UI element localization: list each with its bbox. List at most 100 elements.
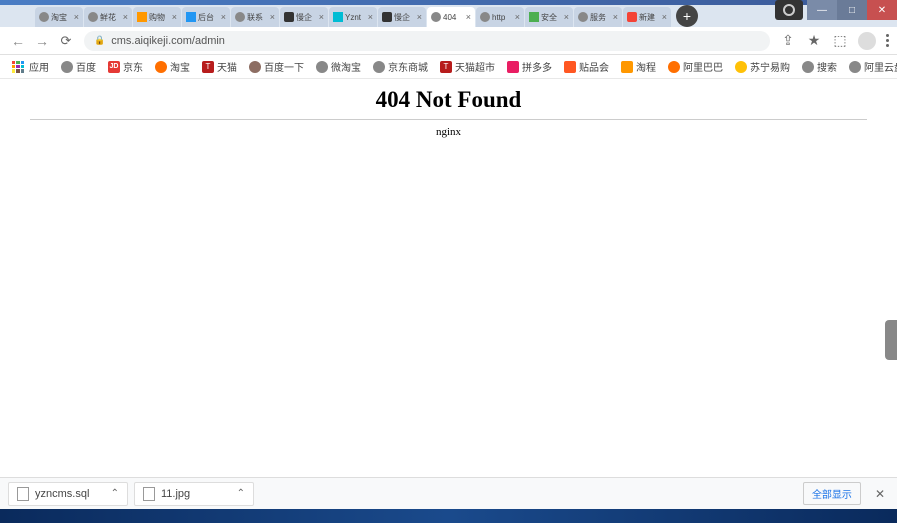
tmall-icon: T (202, 61, 214, 73)
bookmark-bar: 应用 百度 JD京东 淘宝 T天猫 百度一下 微淘宝 京东商城 T天猫超市 拼多… (0, 55, 897, 79)
bookmark-label: 阿里巴巴 (683, 59, 723, 74)
tab-1[interactable]: 鲜花× (84, 7, 132, 27)
url-text: cms.aiqikeji.com/admin (111, 35, 225, 47)
profile-avatar[interactable] (858, 32, 876, 50)
tab-label: 购物 (149, 12, 170, 23)
forward-button[interactable]: → (32, 31, 52, 51)
globe-icon (373, 61, 385, 73)
bookmark-item[interactable]: 苏宁易购 (731, 57, 794, 76)
tab-close-icon[interactable]: × (515, 12, 520, 22)
bookmark-label: 百度一下 (264, 59, 304, 74)
bookmark-item[interactable]: 百度 (57, 57, 100, 76)
bookmark-item[interactable]: 搜索 (798, 57, 841, 76)
back-button[interactable]: ← (8, 31, 28, 51)
bookmark-item[interactable]: 阿里巴巴 (664, 57, 727, 76)
tab-label: 联系 (247, 12, 268, 23)
globe-icon (480, 12, 490, 22)
page-content: 404 Not Found nginx (0, 79, 897, 146)
tab-8-active[interactable]: 404× (427, 7, 475, 27)
tab-close-icon[interactable]: × (613, 12, 618, 22)
bookmark-item[interactable]: 京东商城 (369, 57, 432, 76)
close-download-bar-button[interactable]: ✕ (871, 483, 889, 505)
share-icon[interactable]: ⇪ (780, 33, 796, 49)
close-window-button[interactable]: ✕ (867, 0, 897, 20)
taobao-icon (155, 61, 167, 73)
baidu-icon (249, 61, 261, 73)
tab-label: 鲜花 (100, 12, 121, 23)
tab-10[interactable]: 安全× (525, 7, 573, 27)
maximize-button[interactable]: □ (837, 0, 867, 20)
bookmark-item[interactable]: T天猫超市 (436, 57, 499, 76)
new-tab-button[interactable]: + (676, 5, 698, 27)
bookmark-label: 京东 (123, 59, 143, 74)
globe-icon (431, 12, 441, 22)
pdd-icon (507, 61, 519, 73)
tab-close-icon[interactable]: × (319, 12, 324, 22)
browser-menu-circle[interactable] (775, 0, 803, 20)
download-bar-right: 全部显示 ✕ (803, 482, 889, 505)
minimize-button[interactable]: — (807, 0, 837, 20)
tab-close-icon[interactable]: × (368, 12, 373, 22)
chevron-up-icon[interactable]: ⌃ (111, 488, 119, 499)
tab-label: Yznt (345, 13, 366, 22)
show-all-downloads-button[interactable]: 全部显示 (803, 482, 861, 505)
tc-icon (621, 61, 633, 73)
tab-label: 新建 (639, 12, 660, 23)
apps-button[interactable]: 应用 (8, 57, 53, 76)
tab-close-icon[interactable]: × (172, 12, 177, 22)
bookmark-item[interactable]: 微淘宝 (312, 57, 365, 76)
tab-close-icon[interactable]: × (270, 12, 275, 22)
bookmark-label: 拼多多 (522, 59, 552, 74)
tab-strip: 淘宝× 鲜花× 购物× 后台× 联系× 慢企× Yznt× 慢企× 404× h… (0, 5, 897, 27)
globe-icon (802, 61, 814, 73)
tab-5[interactable]: 慢企× (280, 7, 328, 27)
bookmark-item[interactable]: JD京东 (104, 57, 147, 76)
tab-3[interactable]: 后台× (182, 7, 230, 27)
lock-icon: 🔒 (94, 35, 105, 46)
tab-close-icon[interactable]: × (466, 12, 471, 22)
suning-icon (735, 61, 747, 73)
bookmark-item[interactable]: 百度一下 (245, 57, 308, 76)
favicon-icon (529, 12, 539, 22)
bookmark-item[interactable]: 淘宝 (151, 57, 194, 76)
download-item[interactable]: yzncms.sql ⌃ (8, 482, 128, 506)
bookmark-item[interactable]: T天猫 (198, 57, 241, 76)
globe-icon (88, 12, 98, 22)
bookmark-label: 淘程 (636, 59, 656, 74)
tab-9[interactable]: http× (476, 7, 524, 27)
tab-close-icon[interactable]: × (662, 12, 667, 22)
tab-4[interactable]: 联系× (231, 7, 279, 27)
tab-11[interactable]: 服务× (574, 7, 622, 27)
tab-close-icon[interactable]: × (221, 12, 226, 22)
globe-icon (235, 12, 245, 22)
tab-label: http (492, 13, 513, 22)
tab-label: 淘宝 (51, 12, 72, 23)
extension-icon[interactable]: ⬚ (832, 33, 848, 49)
tab-close-icon[interactable]: × (417, 12, 422, 22)
menu-button[interactable] (886, 34, 889, 47)
tab-2[interactable]: 购物× (133, 7, 181, 27)
bookmark-item[interactable]: 拼多多 (503, 57, 556, 76)
window-controls: — □ ✕ (775, 0, 897, 20)
tab-close-icon[interactable]: × (74, 12, 79, 22)
tab-label: 慢企 (296, 12, 317, 23)
favicon-icon (186, 12, 196, 22)
reload-button[interactable]: ⟳ (56, 33, 76, 49)
download-filename: yzncms.sql (35, 488, 89, 500)
bookmark-item[interactable]: 淘程 (617, 57, 660, 76)
url-input[interactable]: 🔒 cms.aiqikeji.com/admin (84, 31, 770, 51)
tab-0[interactable]: 淘宝× (35, 7, 83, 27)
star-icon[interactable]: ★ (806, 33, 822, 49)
tab-7[interactable]: 慢企× (378, 7, 426, 27)
chevron-up-icon[interactable]: ⌃ (237, 488, 245, 499)
download-item[interactable]: 11.jpg ⌃ (134, 482, 254, 506)
tab-close-icon[interactable]: × (564, 12, 569, 22)
side-clip-icon[interactable] (885, 320, 897, 360)
address-bar: ← → ⟳ 🔒 cms.aiqikeji.com/admin ⇪ ★ ⬚ (0, 27, 897, 55)
bookmark-item[interactable]: 阿里云盘 (845, 57, 897, 76)
taskbar[interactable] (0, 509, 897, 523)
bookmark-item[interactable]: 贴品会 (560, 57, 613, 76)
tab-close-icon[interactable]: × (123, 12, 128, 22)
tab-6[interactable]: Yznt× (329, 7, 377, 27)
tab-12[interactable]: 新建× (623, 7, 671, 27)
